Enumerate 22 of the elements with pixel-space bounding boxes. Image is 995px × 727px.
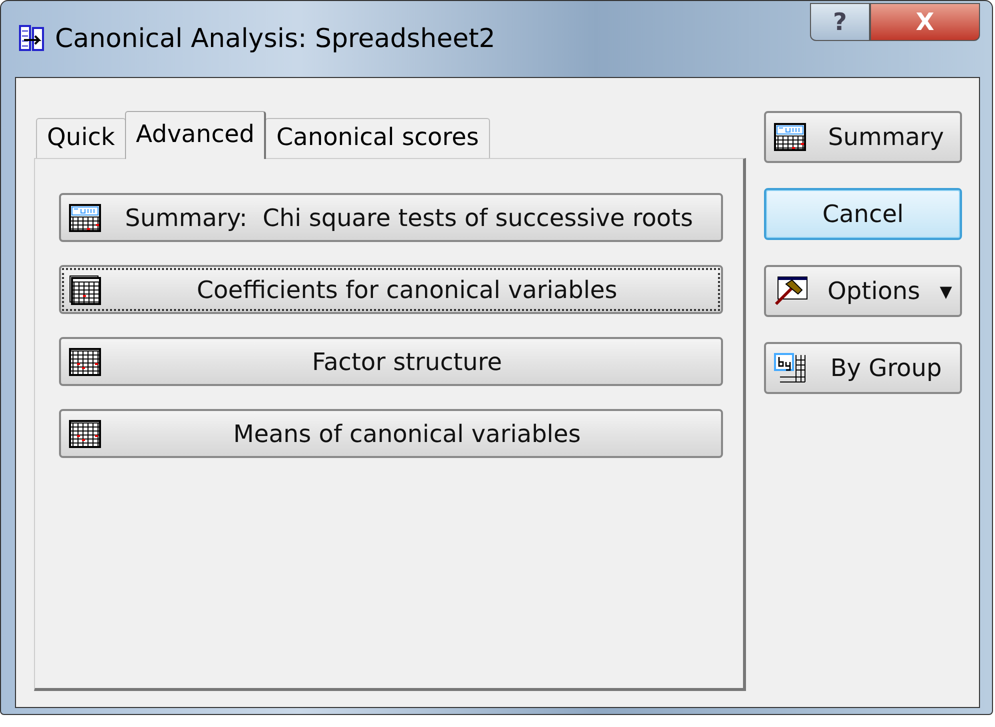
summary-table-icon: [69, 204, 101, 232]
tab[interactable]: Advanced: [124, 111, 266, 159]
action-button[interactable]: Factor structure: [59, 337, 723, 386]
window-title: Canonical Analysis: Spreadsheet2: [55, 24, 496, 54]
hammer-icon: [774, 276, 808, 306]
help-button[interactable]: ?: [810, 3, 870, 41]
table-icon: [69, 348, 101, 376]
app-icon: [19, 25, 45, 53]
action-button[interactable]: Means of canonical variables: [59, 409, 723, 458]
summary-table-icon: [774, 123, 806, 151]
caret-icon: ▼: [940, 282, 952, 300]
action-button[interactable]: Summary: Chi square tests of successive roots: [59, 193, 723, 242]
tab[interactable]: Quick: [36, 118, 126, 158]
stacked-tables-icon: [69, 274, 101, 304]
table-icon: [69, 420, 101, 448]
by-group-icon: [774, 353, 806, 383]
side-button[interactable]: Cancel: [764, 188, 962, 240]
options-button[interactable]: Options ▼: [764, 265, 962, 317]
side-button[interactable]: Summary: [764, 111, 962, 163]
action-button[interactable]: Coefficients for canonical variables: [59, 265, 723, 314]
tab[interactable]: Canonical scores: [265, 118, 490, 158]
side-button[interactable]: By Group: [764, 342, 962, 394]
